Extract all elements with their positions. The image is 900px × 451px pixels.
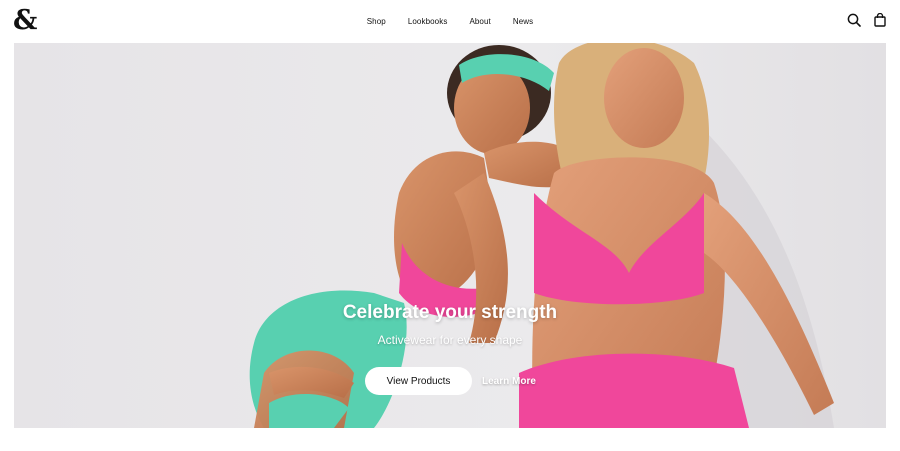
hero-banner: Celebrate your strength Activewear for e… — [14, 43, 886, 428]
brand-logo[interactable]: & — [13, 6, 37, 36]
view-products-button[interactable]: View Products — [365, 367, 472, 395]
hero-headline: Celebrate your strength — [342, 302, 558, 323]
hero-actions: View Products Learn More — [365, 367, 536, 395]
site-header: & Shop Lookbooks About News — [0, 0, 900, 43]
nav-about[interactable]: About — [458, 0, 501, 43]
nav-news[interactable]: News — [502, 0, 544, 43]
learn-more-link[interactable]: Learn More — [482, 376, 536, 387]
search-icon[interactable] — [846, 12, 862, 28]
shopping-bag-icon[interactable] — [872, 12, 888, 28]
nav-lookbooks[interactable]: Lookbooks — [397, 0, 459, 43]
nav-shop[interactable]: Shop — [356, 0, 397, 43]
main-nav: Shop Lookbooks About News — [0, 0, 900, 43]
hero-subheadline: Activewear for every shape — [377, 333, 523, 347]
header-actions — [846, 12, 888, 28]
hero-copy: Celebrate your strength Activewear for e… — [14, 301, 886, 348]
